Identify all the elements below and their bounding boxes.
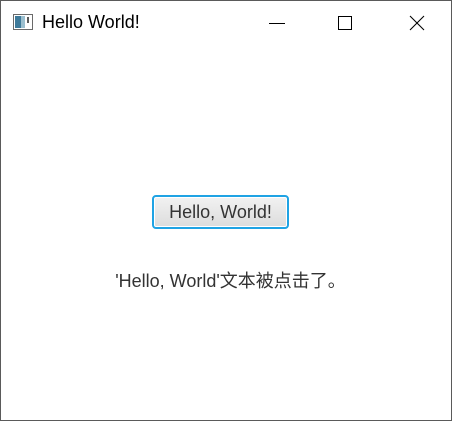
close-icon <box>409 15 425 31</box>
click-message: 'Hello, World'文本被点击了。 <box>1 269 451 293</box>
app-window: Hello World! Hello, World! 'Hello, World… <box>0 0 452 421</box>
content-area: Hello, World! 'Hello, World'文本被点击了。 <box>1 45 451 420</box>
hello-world-button[interactable]: Hello, World! <box>152 195 289 229</box>
minimize-button[interactable] <box>243 1 311 45</box>
title-bar[interactable]: Hello World! <box>1 1 451 45</box>
minimize-icon <box>269 23 285 24</box>
close-button[interactable] <box>383 1 451 45</box>
click-message-text: 'Hello, World'文本被点击了。 <box>115 271 346 291</box>
java-app-icon <box>13 14 33 30</box>
maximize-button[interactable] <box>311 1 379 45</box>
window-title: Hello World! <box>42 12 140 32</box>
maximize-icon <box>338 16 352 30</box>
